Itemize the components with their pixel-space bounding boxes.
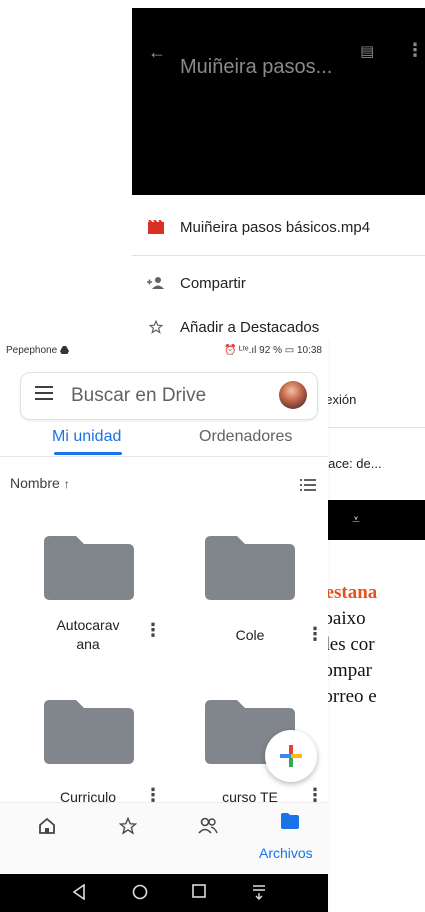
- star-icon[interactable]: [118, 816, 138, 840]
- video-title: Muiñeira pasos...: [180, 56, 333, 78]
- active-tab-indicator: [54, 452, 122, 455]
- folder-tile[interactable]: [44, 700, 134, 769]
- sort-label: Nombre: [10, 475, 60, 491]
- background-document-text: pestana abaixo ides cor compar correo e: [315, 580, 425, 710]
- people-icon[interactable]: [198, 817, 218, 840]
- sheet-divider: [318, 427, 425, 428]
- folder-icon: [205, 536, 295, 600]
- tabs-divider: [0, 456, 328, 457]
- sort-control[interactable]: Nombre ↑: [10, 475, 70, 491]
- plus-icon: [280, 745, 302, 767]
- share-row[interactable]: Compartir: [132, 265, 425, 301]
- sheet-divider: [132, 255, 425, 256]
- back-triangle-icon[interactable]: [72, 883, 86, 905]
- drive-notification-icon: [59, 346, 69, 354]
- star-outline-icon: [132, 320, 180, 334]
- more-options-icon[interactable]: ⋮: [144, 620, 162, 641]
- status-right: ⏰ ᴸᵗᵉ.ıl 92 % ▭ 10:38: [223, 345, 322, 356]
- status-bar: Pepephone ⏰ ᴸᵗᵉ.ıl 92 % ▭ 10:38: [0, 340, 328, 364]
- bottom-nav-archivos-label[interactable]: Archivos: [259, 845, 313, 861]
- add-starred-label: Añadir a Destacados: [180, 318, 320, 336]
- link-row[interactable]: nlace: de...: [318, 445, 418, 481]
- home-icon[interactable]: [38, 817, 56, 840]
- add-person-icon: [132, 277, 180, 289]
- collapse-icon[interactable]: [252, 884, 266, 905]
- doc-line: correo e: [315, 686, 377, 707]
- avatar[interactable]: [279, 381, 307, 409]
- back-arrow-icon[interactable]: ←: [148, 42, 166, 63]
- doc-line: compar: [315, 660, 372, 681]
- search-placeholder[interactable]: Buscar en Drive: [71, 385, 206, 407]
- tab-ordenadores[interactable]: Ordenadores: [199, 428, 292, 446]
- sheet-file-name: Muiñeira pasos básicos.mp4: [180, 218, 371, 236]
- collapse-icon[interactable]: ⩡: [352, 511, 360, 528]
- video-file-icon: [132, 220, 180, 234]
- folder-icon: [44, 700, 134, 764]
- more-options-icon[interactable]: ⋮: [306, 624, 324, 645]
- folder-name: Autocarav ana: [56, 617, 120, 652]
- doc-line: ides cor: [315, 634, 375, 655]
- more-options-icon[interactable]: ⋮: [406, 40, 424, 61]
- sort-arrow-icon: ↑: [63, 477, 70, 491]
- carrier-name: Pepephone: [6, 345, 69, 356]
- new-fab-button[interactable]: [265, 730, 317, 782]
- recents-square-icon[interactable]: [192, 884, 206, 903]
- doc-line: pestana: [315, 582, 378, 603]
- comment-icon[interactable]: ▤: [360, 42, 374, 60]
- sheet-file-header: Muiñeira pasos básicos.mp4: [132, 209, 425, 245]
- folder-tile[interactable]: [205, 536, 295, 605]
- system-navigation-bar: [0, 874, 328, 912]
- tab-mi-unidad[interactable]: Mi unidad: [52, 428, 121, 446]
- background-nav-bar: ⩡: [328, 500, 425, 540]
- home-circle-icon[interactable]: [132, 884, 148, 905]
- list-view-icon[interactable]: [300, 478, 316, 496]
- offline-row[interactable]: nexión: [318, 381, 418, 417]
- share-label: Compartir: [180, 274, 246, 292]
- folder-tile[interactable]: [44, 536, 134, 605]
- search-bar[interactable]: Buscar en Drive: [20, 372, 318, 420]
- folder-icon: [44, 536, 134, 600]
- video-player: ← Muiñeira pasos... ▤ ⋮: [132, 8, 425, 195]
- drive-app: Pepephone ⏰ ᴸᵗᵉ.ıl 92 % ▭ 10:38 Buscar e…: [0, 340, 328, 912]
- folder-icon[interactable]: [281, 813, 299, 834]
- doc-line: abaixo: [315, 608, 366, 629]
- menu-icon[interactable]: [35, 386, 53, 405]
- bottom-navigation: Archivos: [0, 802, 328, 875]
- folder-name: Cole: [235, 627, 265, 643]
